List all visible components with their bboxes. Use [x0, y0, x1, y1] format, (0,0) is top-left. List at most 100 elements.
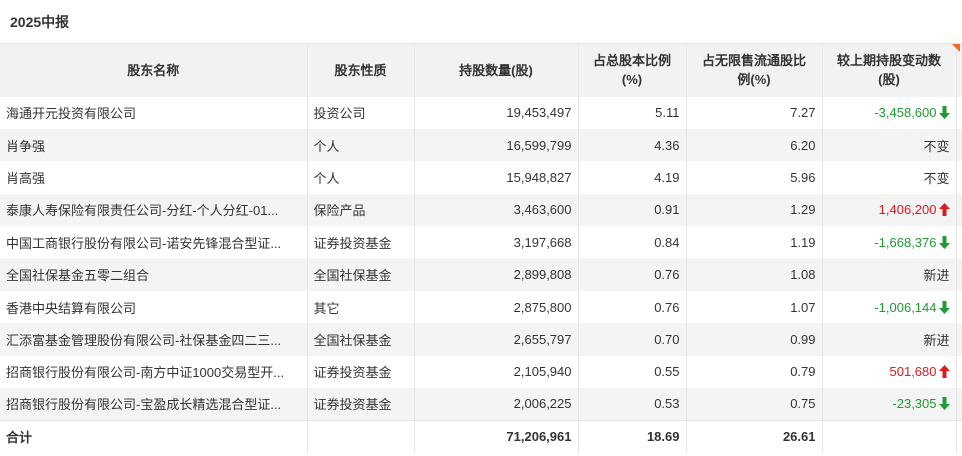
cell-pct-total: 0.53: [578, 388, 687, 421]
cell-gutter: [956, 193, 962, 227]
cell-holding-change: 501,680: [822, 355, 957, 389]
holding-change-value: -1,668,376: [874, 234, 937, 250]
cell-pct-total: 5.11: [578, 96, 687, 129]
table-row[interactable]: 肖争强 个人 16,599,799 4.36 6.20 不变: [0, 128, 962, 162]
cell-shareholder-name[interactable]: 招商银行股份有限公司-宝盈成长精选混合型证...: [0, 388, 308, 421]
table-row[interactable]: 招商银行股份有限公司-宝盈成长精选混合型证... 证券投资基金 2,006,225 0…: [0, 388, 962, 421]
cell-pct-float: 0.75: [686, 388, 823, 421]
cell-pct-float: 1.07: [686, 290, 823, 324]
table-row[interactable]: 泰康人寿保险有限责任公司-分红-个人分红-01... 保险产品 3,463,600 0…: [0, 193, 962, 227]
cell-pct-total: 0.91: [578, 193, 687, 227]
cell-shareholder-name[interactable]: 招商银行股份有限公司-南方中证1000交易型开...: [0, 355, 308, 389]
cell-shareholder-type: 全国社保基金: [307, 258, 415, 291]
table-row[interactable]: 中国工商银行股份有限公司-诺安先锋混合型证... 证券投资基金 3,197,668 0…: [0, 226, 962, 259]
header-holding-change[interactable]: 较上期持股变动数 (股): [822, 43, 957, 97]
holding-change-value: -23,305: [892, 396, 937, 412]
cell-shareholder-type: 个人: [307, 128, 415, 162]
top-shareholders-table: 股东名称 股东性质 持股数量(股) 占总股本比例 (%) 占无限售流通股比 例(%)…: [0, 43, 962, 453]
cell-pct-total: 4.36: [578, 128, 687, 162]
cell-shares-held: 2,105,940: [414, 355, 579, 389]
table-row[interactable]: 香港中央结算有限公司 其它 2,875,800 0.76 1.07 -1,006,144: [0, 290, 962, 324]
cell-shares-held: 2,899,808: [414, 258, 579, 291]
cell-holding-change: -1,006,144: [822, 290, 957, 324]
cell-shareholder-type: 个人: [307, 161, 415, 194]
header-shares-held[interactable]: 持股数量(股): [414, 43, 579, 97]
cell-shareholder-name[interactable]: 泰康人寿保险有限责任公司-分红-个人分红-01...: [0, 193, 308, 227]
table-header-row: 股东名称 股东性质 持股数量(股) 占总股本比例 (%) 占无限售流通股比 例(%)…: [0, 43, 962, 97]
cell-holding-change: -3,458,600: [822, 96, 957, 129]
total-pct-float: 26.61: [686, 419, 823, 453]
arrow-up-icon: [938, 203, 950, 217]
holding-change-value: -3,458,600: [874, 105, 937, 121]
cell-gutter: [956, 323, 962, 356]
arrow-down-icon: [938, 300, 950, 314]
total-change-empty: [822, 419, 957, 453]
cell-shareholder-name[interactable]: 肖高强: [0, 161, 308, 194]
table-row[interactable]: 肖高强 个人 15,948,827 4.19 5.96 不变: [0, 161, 962, 194]
table-row[interactable]: 汇添富基金管理股份有限公司-社保基金四二三... 全国社保基金 2,655,797 0…: [0, 323, 962, 356]
cell-pct-total: 0.76: [578, 258, 687, 291]
cell-shareholder-type: 证券投资基金: [307, 388, 415, 421]
cell-shareholder-name[interactable]: 中国工商银行股份有限公司-诺安先锋混合型证...: [0, 226, 308, 259]
arrow-down-icon: [938, 106, 950, 120]
cell-pct-total: 0.70: [578, 323, 687, 356]
header-shareholder-type[interactable]: 股东性质: [307, 43, 415, 97]
cell-pct-total: 0.55: [578, 355, 687, 389]
corner-flag-icon: [951, 44, 960, 52]
holding-change-value: -1,006,144: [874, 299, 937, 315]
cell-gutter: [956, 388, 962, 421]
table-row[interactable]: 海通开元投资有限公司 投资公司 19,453,497 5.11 7.27 -3,458,6…: [0, 96, 962, 129]
holding-change-value: 1,406,200: [878, 202, 937, 218]
holding-change-value: 不变: [923, 138, 950, 154]
cell-pct-total: 4.19: [578, 161, 687, 194]
cell-gutter: [956, 128, 962, 162]
cell-pct-float: 1.19: [686, 226, 823, 259]
holding-change-value: 不变: [923, 170, 950, 186]
table-total-row: 合计 71,206,961 18.69 26.61: [0, 419, 962, 453]
cell-pct-float: 0.79: [686, 355, 823, 389]
holding-change-value: 新进: [923, 332, 950, 348]
header-scroll-gutter: [951, 43, 962, 97]
arrow-up-icon: [938, 365, 950, 379]
header-pct-total-shares[interactable]: 占总股本比例 (%): [578, 43, 687, 97]
cell-pct-float: 6.20: [686, 128, 823, 162]
cell-shares-held: 19,453,497: [414, 96, 579, 129]
arrow-down-icon: [938, 397, 950, 411]
cell-gutter: [956, 96, 962, 129]
cell-gutter: [956, 258, 962, 291]
cell-gutter: [956, 355, 962, 389]
cell-shareholder-type: 全国社保基金: [307, 323, 415, 356]
cell-shareholder-type: 证券投资基金: [307, 226, 415, 259]
total-shares: 71,206,961: [414, 419, 579, 453]
cell-shares-held: 2,655,797: [414, 323, 579, 356]
cell-gutter: [956, 290, 962, 324]
cell-pct-float: 0.99: [686, 323, 823, 356]
cell-shareholder-type: 保险产品: [307, 193, 415, 227]
cell-shares-held: 15,948,827: [414, 161, 579, 194]
cell-holding-change: 新进: [822, 258, 957, 291]
cell-gutter: [956, 226, 962, 259]
cell-shareholder-name[interactable]: 肖争强: [0, 128, 308, 162]
cell-holding-change: 新进: [822, 323, 957, 356]
cell-shares-held: 3,197,668: [414, 226, 579, 259]
cell-holding-change: 1,406,200: [822, 193, 957, 227]
cell-shares-held: 2,006,225: [414, 388, 579, 421]
cell-shareholder-name[interactable]: 汇添富基金管理股份有限公司-社保基金四二三...: [0, 323, 308, 356]
cell-pct-float: 1.08: [686, 258, 823, 291]
header-shareholder-name[interactable]: 股东名称: [0, 43, 308, 97]
table-row[interactable]: 招商银行股份有限公司-南方中证1000交易型开... 证券投资基金 2,105,94…: [0, 355, 962, 389]
cell-shares-held: 16,599,799: [414, 128, 579, 162]
cell-shareholder-type: 其它: [307, 290, 415, 324]
cell-shareholder-name[interactable]: 全国社保基金五零二组合: [0, 258, 308, 291]
cell-shareholder-name[interactable]: 海通开元投资有限公司: [0, 96, 308, 129]
cell-holding-change: -23,305: [822, 388, 957, 421]
cell-pct-float: 1.29: [686, 193, 823, 227]
header-pct-float-shares[interactable]: 占无限售流通股比 例(%): [686, 43, 823, 97]
cell-holding-change: 不变: [822, 161, 957, 194]
cell-shareholder-name[interactable]: 香港中央结算有限公司: [0, 290, 308, 324]
cell-pct-total: 0.76: [578, 290, 687, 324]
cell-holding-change: 不变: [822, 128, 957, 162]
table-row[interactable]: 全国社保基金五零二组合 全国社保基金 2,899,808 0.76 1.08 新进: [0, 258, 962, 291]
cell-holding-change: -1,668,376: [822, 226, 957, 259]
total-gutter: [956, 419, 962, 453]
